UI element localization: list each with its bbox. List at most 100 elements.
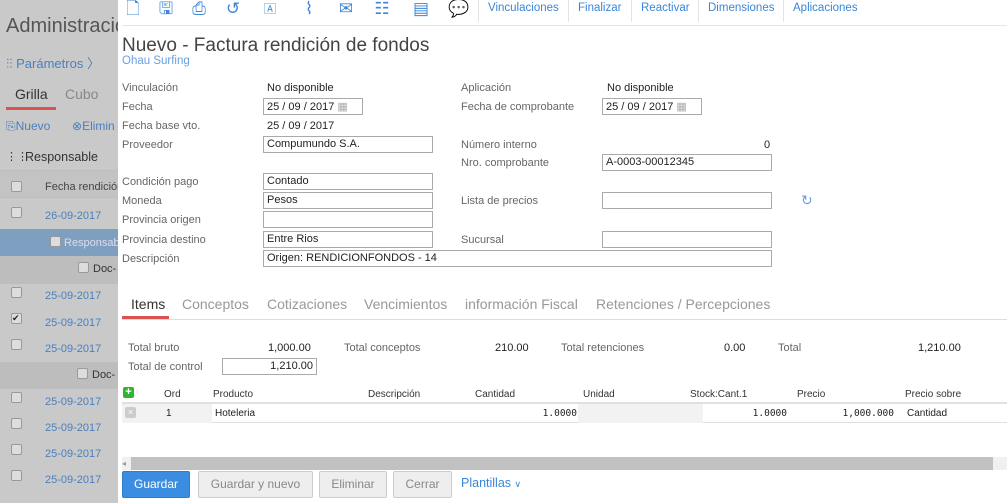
scrollbar-thumb[interactable] xyxy=(131,457,993,470)
fecha-comprobante-input[interactable]: 25 / 09 / 2017 ▦ xyxy=(602,98,702,115)
row-checkbox[interactable] xyxy=(11,444,22,455)
group-by-responsable[interactable]: Responsable xyxy=(25,150,98,164)
cerrar-button[interactable]: Cerrar xyxy=(393,471,452,498)
provincia-destino-input[interactable]: Entre Rios xyxy=(263,231,433,248)
doc-row[interactable]: Doc- xyxy=(93,263,116,275)
row-checkbox[interactable] xyxy=(11,470,22,481)
company-subtitle: Ohau Surfing xyxy=(122,55,190,67)
provincia-origen-input[interactable] xyxy=(263,211,433,228)
print-icon[interactable]: ⎙ xyxy=(188,0,210,20)
col-fecha-rendicion[interactable]: Fecha rendición xyxy=(45,181,118,193)
moneda-label: Moneda xyxy=(122,195,162,207)
dimensiones-link[interactable]: Dimensiones xyxy=(708,2,774,14)
nro-comprobante-input[interactable]: A-0003-00012345 xyxy=(602,154,772,171)
tab-informacion-fiscal[interactable]: información Fiscal xyxy=(465,296,578,312)
plantillas-label: Plantillas xyxy=(461,476,512,490)
sucursal-input[interactable] xyxy=(602,231,772,248)
group-row-responsable[interactable]: Responsab xyxy=(64,237,118,249)
doc-checkbox[interactable] xyxy=(78,262,89,273)
row-date[interactable]: 25-09-2017 xyxy=(45,422,101,434)
row-checkbox[interactable] xyxy=(11,418,22,429)
fecha-label: Fecha xyxy=(122,101,153,113)
total-value: 1,210.00 xyxy=(918,342,961,354)
calendar-icon[interactable]: ▦ xyxy=(676,101,686,113)
cell-stock: 1.0000 xyxy=(752,408,787,419)
row-checkbox[interactable] xyxy=(11,207,22,218)
col-precio: Precio xyxy=(797,389,826,400)
row-date[interactable]: 25-09-2017 xyxy=(45,448,101,460)
lista-precios-label: Lista de precios xyxy=(461,195,539,207)
group-checkbox[interactable] xyxy=(50,236,61,247)
cell-cantidad[interactable]: 1.0000 xyxy=(543,408,577,419)
tab-retenciones[interactable]: Retenciones / Percepciones xyxy=(596,296,770,312)
vinculacion-value: No disponible xyxy=(267,82,334,94)
tab-cotizaciones[interactable]: Cotizaciones xyxy=(267,296,347,312)
tab-vencimientos[interactable]: Vencimientos xyxy=(364,296,447,312)
proveedor-input[interactable]: Compumundo S.A. xyxy=(263,136,433,153)
reactivar-link[interactable]: Reactivar xyxy=(641,2,690,14)
checklist-icon[interactable]: ☷ xyxy=(371,0,393,20)
font-doc-icon[interactable]: 🄰 xyxy=(259,0,281,20)
total-label: Total xyxy=(778,342,802,354)
moneda-input[interactable]: Pesos xyxy=(263,192,433,209)
nuevo-button[interactable]: ⎘Nuevo xyxy=(6,119,50,134)
provincia-origen-label: Provincia origen xyxy=(122,214,201,226)
eliminar-label: Elimin xyxy=(82,119,115,133)
doc-row[interactable]: Doc- xyxy=(92,369,115,381)
row-checkbox-checked[interactable]: ✔ xyxy=(11,313,22,324)
save-icon[interactable]: 🖫 xyxy=(155,0,177,20)
eliminar-button[interactable]: ⊗Elimin xyxy=(72,119,115,133)
total-control-input[interactable]: 1,210.00 xyxy=(222,358,317,375)
row-checkbox[interactable] xyxy=(11,339,22,350)
cell-producto[interactable]: Hoteleria xyxy=(215,408,255,419)
descripcion-input[interactable]: Origen: RENDICIONFONDOS - 14 xyxy=(263,250,772,267)
aplicaciones-link[interactable]: Aplicaciones xyxy=(793,2,858,14)
tab-conceptos[interactable]: Conceptos xyxy=(182,296,249,312)
row-date[interactable]: 26-09-2017 xyxy=(45,210,101,222)
total-control-label: Total de control xyxy=(128,361,203,373)
descripcion-label: Descripción xyxy=(122,253,180,265)
total-retenciones-value: 0.00 xyxy=(724,342,746,354)
vinculaciones-link[interactable]: Vinculaciones xyxy=(488,2,559,14)
col-producto: Producto xyxy=(213,389,254,400)
fecha-vto-value: 25 / 09 / 2017 xyxy=(267,120,335,132)
attach-icon[interactable]: ⌇ xyxy=(298,0,320,20)
eliminar-button[interactable]: Eliminar xyxy=(319,471,387,498)
tab-cubo[interactable]: Cubo xyxy=(65,86,98,102)
tab-items[interactable]: Items xyxy=(131,296,165,312)
parametros-link[interactable]: ⫶⫶ Parámetros 〉 xyxy=(6,53,100,72)
document-icon[interactable]: ▤ xyxy=(410,0,432,20)
row-date[interactable]: 25-09-2017 xyxy=(45,396,101,408)
row-checkbox[interactable] xyxy=(11,287,22,298)
comment-icon[interactable]: 💬 xyxy=(448,0,470,20)
add-row-icon[interactable]: + xyxy=(123,387,134,398)
row-date[interactable]: 25-09-2017 xyxy=(45,343,101,355)
delete-row-icon[interactable]: × xyxy=(125,407,136,418)
chevron-down-icon: ∨ xyxy=(514,479,522,489)
new-doc-icon[interactable]: 🗋 xyxy=(122,0,144,20)
horizontal-scrollbar[interactable]: ◂ xyxy=(122,457,1007,470)
calendar-icon[interactable]: ▦ xyxy=(337,101,347,113)
guardar-button[interactable]: Guardar xyxy=(122,471,190,498)
cell-precio[interactable]: 1,000.000 xyxy=(843,408,894,419)
cell-precio-sobre[interactable]: Cantidad xyxy=(907,408,947,419)
lista-precios-input[interactable] xyxy=(602,192,772,209)
row-date[interactable]: 25-09-2017 xyxy=(45,474,101,486)
select-all-checkbox[interactable] xyxy=(11,181,22,192)
plantillas-dropdown[interactable]: Plantillas ∨ xyxy=(461,476,521,490)
finalizar-link[interactable]: Finalizar xyxy=(578,2,621,14)
row-date[interactable]: 25-09-2017 xyxy=(45,290,101,302)
scroll-left-icon[interactable]: ◂ xyxy=(122,459,126,468)
tab-grilla[interactable]: Grilla xyxy=(15,86,48,102)
doc-checkbox[interactable] xyxy=(77,368,88,379)
refresh-icon[interactable]: ↻ xyxy=(801,192,813,209)
nro-comprobante-label: Nro. comprobante xyxy=(461,157,550,169)
row-checkbox[interactable] xyxy=(11,392,22,403)
fecha-input[interactable]: 25 / 09 / 2017 ▦ xyxy=(263,98,363,115)
mail-icon[interactable]: ✉ xyxy=(335,0,357,20)
row-date[interactable]: 25-09-2017 xyxy=(45,317,101,329)
history-icon[interactable]: ↺ xyxy=(222,0,244,20)
condicion-pago-input[interactable]: Contado xyxy=(263,173,433,190)
total-conceptos-value: 210.00 xyxy=(495,342,529,354)
guardar-y-nuevo-button[interactable]: Guardar y nuevo xyxy=(198,471,313,498)
